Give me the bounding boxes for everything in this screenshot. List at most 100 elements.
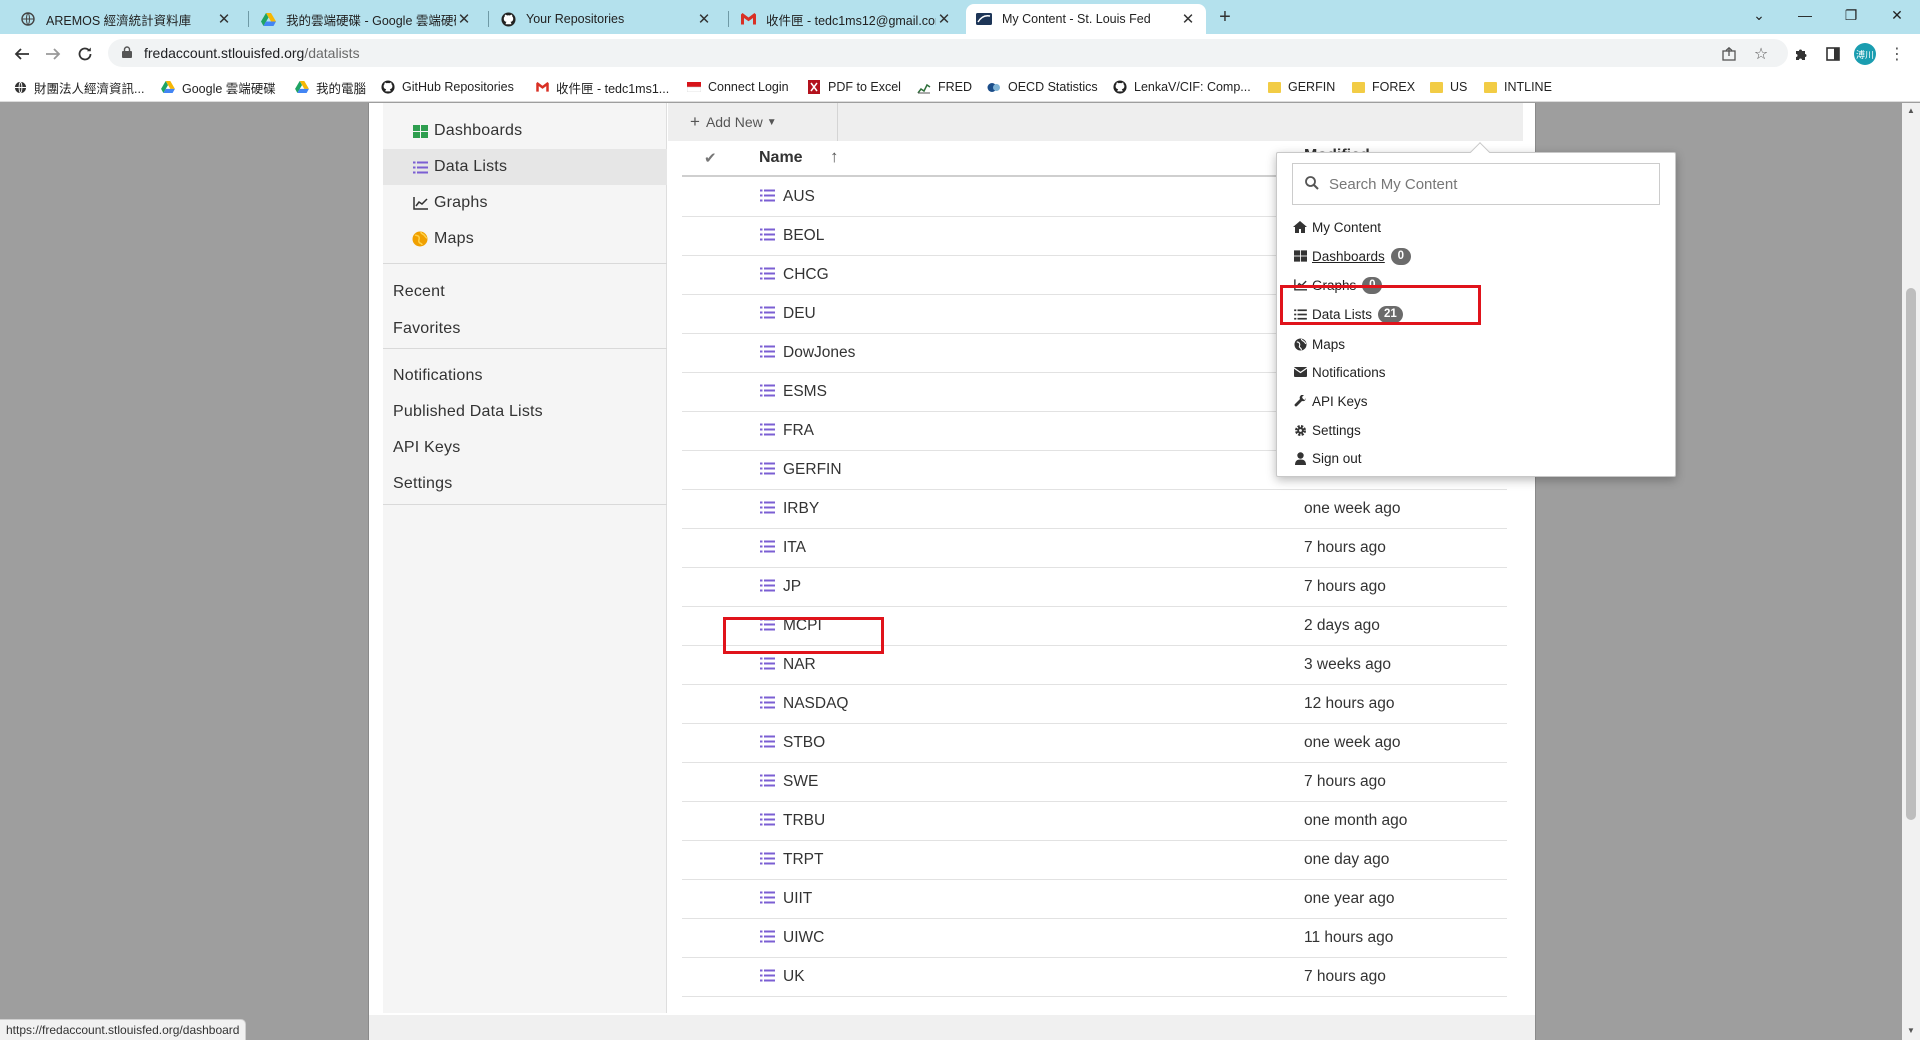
- data-list-name-link[interactable]: FRA: [783, 422, 814, 440]
- data-list-name-link[interactable]: JP: [783, 578, 801, 596]
- table-row[interactable]: SWE 7 hours ago: [682, 763, 1507, 802]
- search-my-content[interactable]: [1292, 163, 1660, 205]
- menu-dots-icon[interactable]: ⋮: [1884, 41, 1910, 67]
- sidebar-item-published-data-lists[interactable]: Published Data Lists: [393, 397, 543, 427]
- select-all-check-icon[interactable]: ✔: [704, 149, 717, 167]
- bookmark-item[interactable]: Connect Login: [686, 72, 789, 102]
- bookmark-item[interactable]: 收件匣 - tedc1ms1...: [534, 72, 669, 102]
- data-list-name-link[interactable]: SWE: [783, 773, 818, 791]
- browser-tab[interactable]: AREMOS 經濟統計資料庫 ✕: [10, 4, 242, 34]
- new-tab-button[interactable]: +: [1212, 5, 1238, 31]
- column-header-name[interactable]: Name: [759, 149, 803, 167]
- table-row[interactable]: ITA 7 hours ago: [682, 529, 1507, 568]
- search-input[interactable]: [1329, 175, 1649, 193]
- side-panel-icon[interactable]: [1820, 41, 1846, 67]
- page-scrollbar[interactable]: ▲ ▼: [1902, 103, 1920, 1040]
- data-list-name-link[interactable]: IRBY: [783, 500, 819, 518]
- menu-item-my-content[interactable]: My Content: [1293, 216, 1381, 238]
- scroll-down-arrow-icon[interactable]: ▼: [1902, 1023, 1920, 1039]
- bookmark-item[interactable]: GitHub Repositories: [380, 72, 514, 102]
- table-row[interactable]: UK 7 hours ago: [682, 958, 1507, 997]
- table-row[interactable]: UIWC 11 hours ago: [682, 919, 1507, 958]
- sidebar-item-data-lists[interactable]: Data Lists: [383, 149, 667, 185]
- forward-button[interactable]: [40, 41, 66, 67]
- table-row[interactable]: UIIT one year ago: [682, 880, 1507, 919]
- table-row[interactable]: JP 7 hours ago: [682, 568, 1507, 607]
- browser-tab-active[interactable]: My Content - St. Louis Fed ✕: [966, 4, 1206, 34]
- close-icon[interactable]: ✕: [216, 10, 232, 28]
- sidebar-item-api-keys[interactable]: API Keys: [393, 433, 460, 463]
- bookmark-item[interactable]: Google 雲端硬碟: [160, 72, 276, 102]
- data-list-name-link[interactable]: DEU: [783, 305, 816, 323]
- bookmark-folder[interactable]: INTLINE: [1482, 72, 1552, 102]
- data-list-name-link[interactable]: GERFIN: [783, 461, 842, 479]
- modified-time: 11 hours ago: [1304, 929, 1394, 946]
- data-list-name-link[interactable]: DowJones: [783, 344, 855, 362]
- data-list-name-link[interactable]: AUS: [783, 188, 815, 206]
- data-list-name-link[interactable]: UIWC: [783, 929, 824, 947]
- bookmark-item[interactable]: 我的電腦: [294, 72, 366, 102]
- list-icon: [760, 267, 776, 283]
- data-list-name-link[interactable]: TRPT: [783, 851, 823, 869]
- chevron-down-icon[interactable]: ⌄: [1736, 0, 1782, 30]
- sidebar-item-favorites[interactable]: Favorites: [393, 314, 461, 344]
- menu-item-notifications[interactable]: Notifications: [1293, 361, 1386, 383]
- close-icon[interactable]: ✕: [696, 10, 712, 28]
- menu-item-dashboards[interactable]: Dashboards 0: [1293, 245, 1411, 267]
- address-bar[interactable]: fredaccount.stlouisfed.org/datalists: [108, 39, 1788, 67]
- data-list-name-link[interactable]: ITA: [783, 539, 806, 557]
- table-row[interactable]: STBO one week ago: [682, 724, 1507, 763]
- data-list-name-link[interactable]: UIIT: [783, 890, 812, 908]
- bookmark-item[interactable]: OECD Statistics: [986, 72, 1098, 102]
- sidebar-item-settings[interactable]: Settings: [393, 469, 452, 499]
- bookmark-item[interactable]: LenkaV/CIF: Comp...: [1112, 72, 1251, 102]
- data-list-name-link[interactable]: NAR: [783, 656, 816, 674]
- browser-tab[interactable]: 我的雲端硬碟 - Google 雲端硬碟 ✕: [250, 4, 482, 34]
- bookmark-item[interactable]: FRED: [916, 72, 972, 102]
- scrollbar-thumb[interactable]: [1906, 288, 1916, 820]
- menu-item-sign-out[interactable]: Sign out: [1293, 447, 1362, 469]
- extensions-icon[interactable]: [1788, 41, 1814, 67]
- browser-tab[interactable]: 收件匣 - tedc1ms12@gmail.com ✕: [730, 4, 962, 34]
- minimize-button[interactable]: —: [1782, 0, 1828, 30]
- bookmark-folder[interactable]: US: [1428, 72, 1467, 102]
- data-list-name-link[interactable]: UK: [783, 968, 805, 986]
- table-row[interactable]: TRPT one day ago: [682, 841, 1507, 880]
- sidebar-item-graphs[interactable]: Graphs: [383, 185, 667, 221]
- add-new-button[interactable]: + Add New ▼: [690, 103, 777, 141]
- data-list-name-link[interactable]: BEOL: [783, 227, 824, 245]
- data-list-name-link[interactable]: NASDAQ: [783, 695, 848, 713]
- restore-button[interactable]: ❐: [1828, 0, 1874, 30]
- bookmark-item[interactable]: 財團法人經濟資訊...: [12, 72, 144, 102]
- data-list-name-link[interactable]: TRBU: [783, 812, 825, 830]
- sidebar-item-maps[interactable]: Maps: [383, 221, 667, 257]
- bookmark-folder[interactable]: FOREX: [1350, 72, 1415, 102]
- profile-avatar[interactable]: 溥川: [1854, 43, 1876, 65]
- close-icon[interactable]: ✕: [456, 10, 472, 28]
- data-list-name-link[interactable]: CHCG: [783, 266, 829, 284]
- modified-time: 12 hours ago: [1304, 695, 1395, 712]
- window-close-button[interactable]: ✕: [1874, 0, 1920, 30]
- data-list-name-link[interactable]: STBO: [783, 734, 825, 752]
- sidebar-item-recent[interactable]: Recent: [393, 277, 445, 307]
- back-button[interactable]: [9, 41, 35, 67]
- menu-item-maps[interactable]: Maps: [1293, 333, 1345, 355]
- sort-ascending-icon[interactable]: ↑: [830, 147, 839, 167]
- close-icon[interactable]: ✕: [1180, 10, 1196, 28]
- share-icon[interactable]: [1716, 41, 1742, 67]
- menu-item-api-keys[interactable]: API Keys: [1293, 390, 1368, 412]
- table-row[interactable]: NASDAQ 12 hours ago: [682, 685, 1507, 724]
- reload-button[interactable]: [72, 41, 98, 67]
- browser-tab[interactable]: Your Repositories ✕: [490, 4, 722, 34]
- data-list-name-link[interactable]: ESMS: [783, 383, 827, 401]
- scroll-up-arrow-icon[interactable]: ▲: [1902, 103, 1920, 119]
- bookmark-folder[interactable]: GERFIN: [1266, 72, 1335, 102]
- menu-item-settings[interactable]: Settings: [1293, 419, 1361, 441]
- table-row[interactable]: TRBU one month ago: [682, 802, 1507, 841]
- sidebar-item-notifications[interactable]: Notifications: [393, 361, 483, 391]
- close-icon[interactable]: ✕: [936, 10, 952, 28]
- sidebar-item-dashboards[interactable]: Dashboards: [383, 113, 667, 149]
- bookmark-item[interactable]: PDF to Excel: [806, 72, 901, 102]
- star-icon[interactable]: ☆: [1748, 41, 1774, 67]
- table-row[interactable]: IRBY one week ago: [682, 490, 1507, 529]
